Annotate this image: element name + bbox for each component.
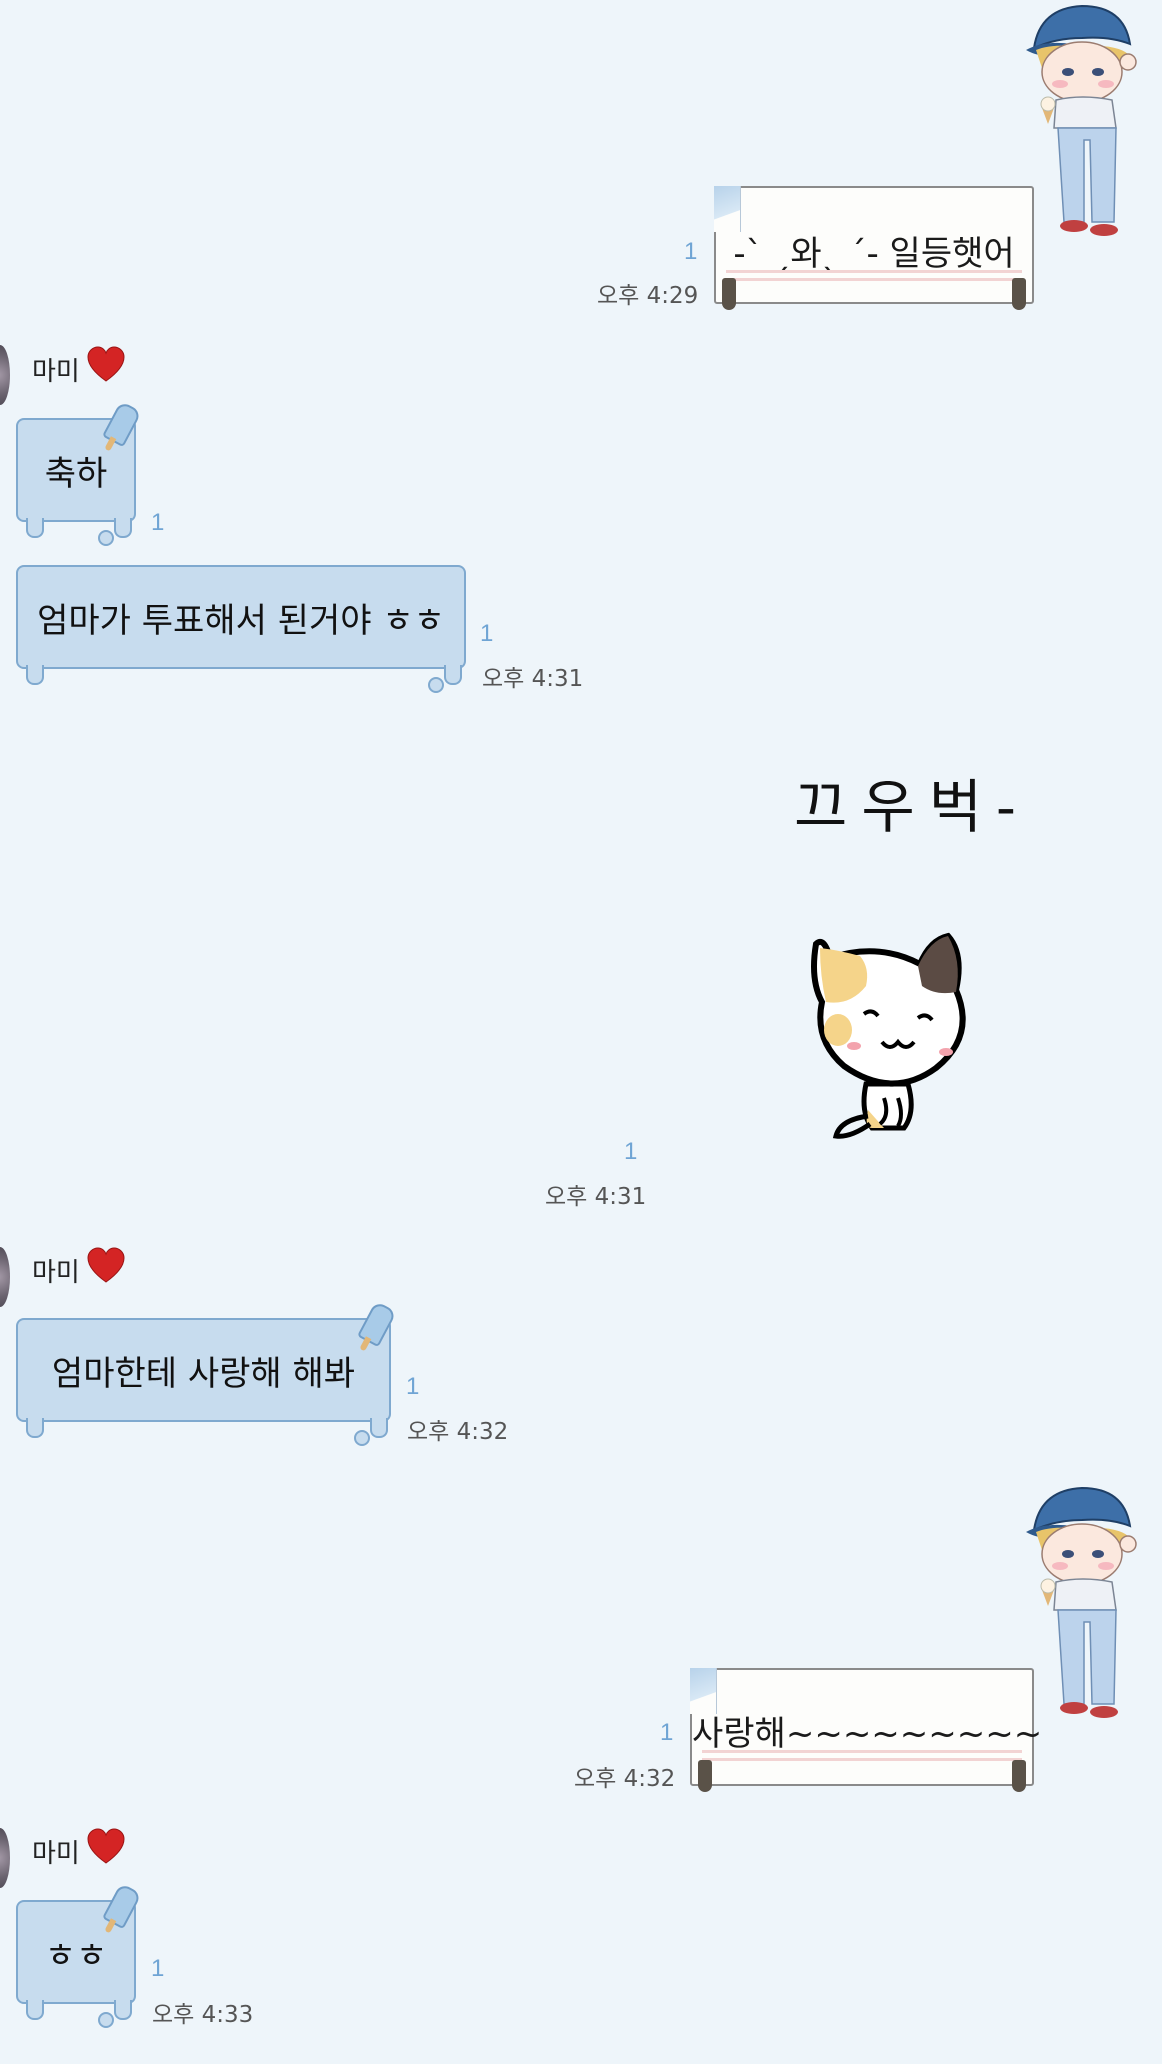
drip (428, 677, 444, 693)
profile-character-1[interactable] (1020, 0, 1160, 245)
sender-name: 마미 (32, 1258, 80, 1288)
chat-room: -ˋ ˏ와ˎ ˊ- 일등햇어 1 오후 4:29 마미 축하 1 엄마가 투표해… (0, 0, 1162, 2064)
calico-cat-sticker-icon (811, 932, 966, 1139)
message-bubble-sign[interactable]: 사랑해~~~~~~~~~ (690, 1668, 1043, 1792)
heart-icon (87, 1828, 125, 1864)
sign-leg-right (1012, 278, 1026, 310)
unread-count: 1 (684, 238, 698, 265)
message-time: 오후 4:32 (574, 1766, 676, 1792)
drip (444, 665, 462, 685)
sender-name: 마미 (32, 357, 80, 387)
unread-count: 1 (151, 1955, 165, 1982)
message-text: 축하 (44, 454, 108, 494)
drip (114, 2000, 132, 2020)
boy-with-cap-character-icon (1026, 1486, 1137, 1718)
avatar[interactable] (0, 345, 10, 405)
message-bubble-sign[interactable]: -ˋ ˏ와ˎ ˊ- 일등햇어 (714, 186, 1034, 310)
drip (114, 518, 132, 538)
avatar[interactable] (0, 1247, 10, 1307)
drip (98, 2012, 114, 2028)
unread-count: 1 (406, 1373, 420, 1400)
message-text: 엄마한테 사랑해 해봐 (51, 1354, 356, 1394)
message-text: 엄마가 투표해서 된거야 ㅎㅎ (37, 601, 445, 641)
profile-character-2[interactable] (1020, 1482, 1160, 1727)
sign-leg-left (722, 278, 736, 310)
message-time: 오후 4:31 (482, 666, 584, 692)
message-bubble[interactable]: 엄마한테 사랑해 해봐 (16, 1318, 391, 1446)
message-time: 오후 4:29 (597, 283, 699, 309)
avatar[interactable] (0, 1828, 10, 1888)
sign-stripe (726, 270, 1022, 273)
sign-stripe (702, 1750, 1022, 1753)
message-time: 오후 4:31 (545, 1184, 647, 1210)
message-bubble[interactable]: 엄마가 투표해서 된거야 ㅎㅎ (16, 565, 466, 693)
drip (26, 518, 44, 538)
unread-count: 1 (480, 620, 494, 647)
unread-count: 1 (660, 1719, 674, 1746)
drip (354, 1430, 370, 1446)
drip (26, 2000, 44, 2020)
message-text: 사랑해~~~~~~~~~ (692, 1714, 1043, 1754)
sign-leg-right (1012, 1760, 1026, 1792)
drip (26, 665, 44, 685)
heart-icon (87, 346, 125, 382)
boy-with-cap-character-icon (1026, 4, 1137, 236)
drip (98, 530, 114, 546)
message-time: 오후 4:32 (407, 1419, 509, 1445)
sender-name: 마미 (32, 1839, 80, 1869)
sign-leg-left (698, 1760, 712, 1792)
drip (26, 1418, 44, 1438)
message-text: -ˋ ˏ와ˎ ˊ- 일등햇어 (733, 234, 1015, 274)
unread-count: 1 (624, 1138, 638, 1165)
emoticon-sticker[interactable]: 끄우벅- (780, 740, 1080, 1160)
unread-count: 1 (151, 509, 165, 536)
heart-icon (87, 1247, 125, 1283)
message-text: ㅎㅎ (44, 1936, 108, 1976)
sign-stripe (702, 1758, 1022, 1761)
message-time: 오후 4:33 (152, 2002, 254, 2028)
sign-stripe (726, 278, 1022, 281)
drip (370, 1418, 388, 1438)
